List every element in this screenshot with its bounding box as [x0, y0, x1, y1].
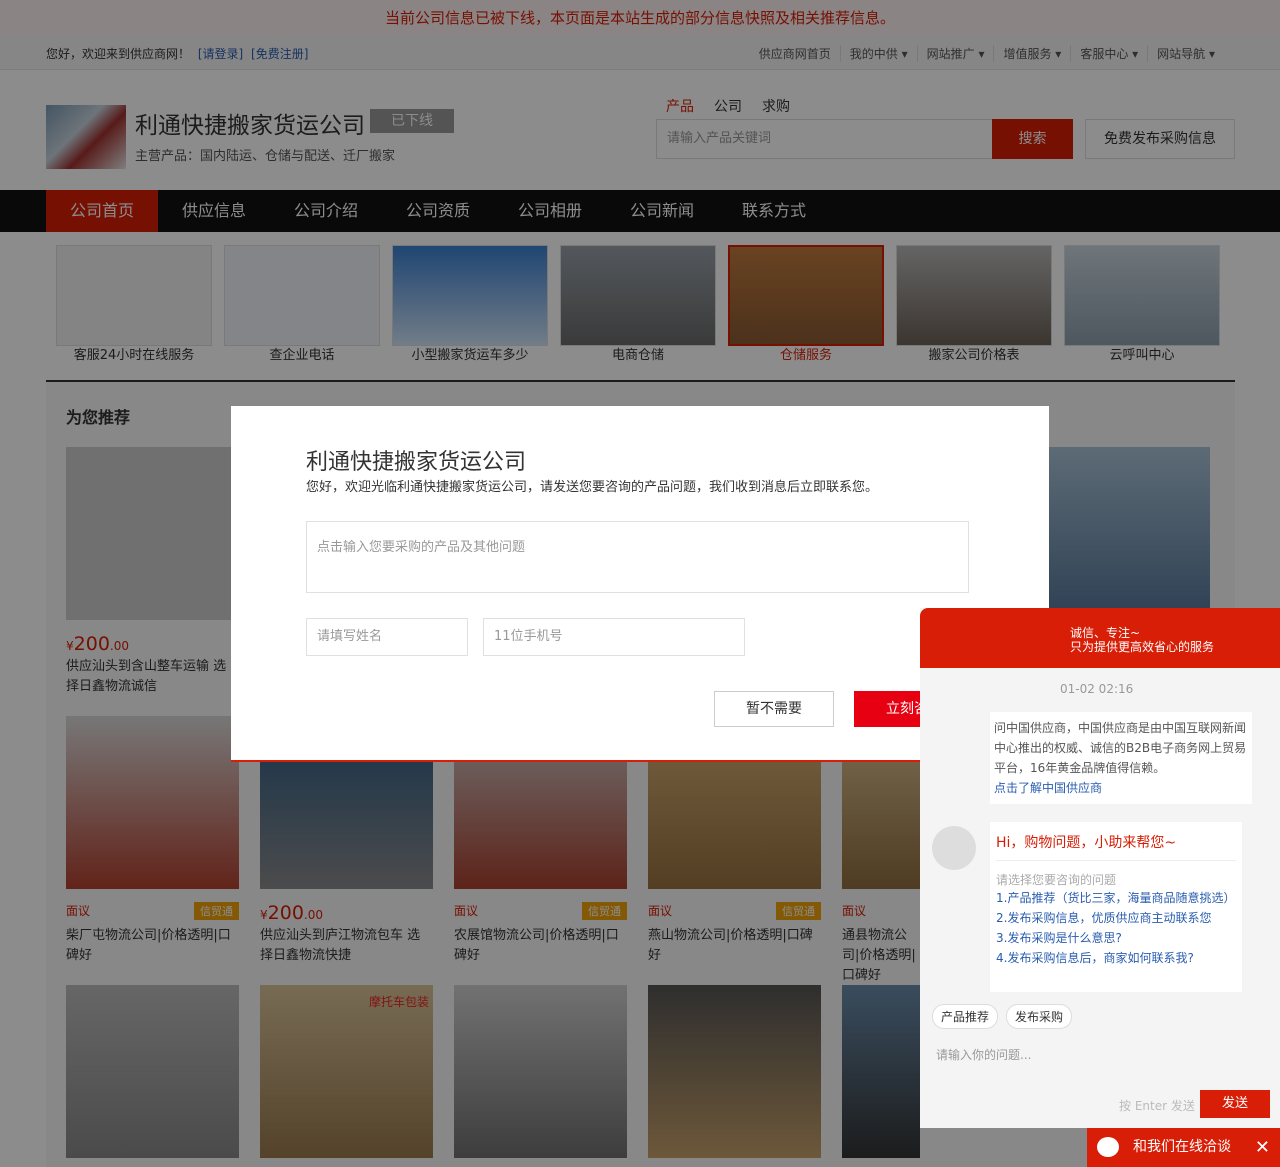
chat-slogan: 只为提供更高效省心的服务 — [1070, 640, 1215, 654]
chat-question[interactable]: 4.发布采购信息后，商家如何联系我? — [996, 948, 1236, 968]
chat-message: Hi，购物问题，小助来帮您~ 请选择您要咨询的问题 1.产品推荐（货比三家，海量… — [990, 822, 1242, 992]
phone-input[interactable]: 11位手机号 — [483, 618, 745, 656]
chat-message: 问中国供应商，中国供应商是由中国互联网新闻中心推出的权威、诚信的B2B电子商务网… — [990, 712, 1252, 804]
chat-footer-bar[interactable]: 和我们在线洽谈 ✕ — [1087, 1128, 1280, 1167]
chat-input[interactable]: 请输入你的问题... — [936, 1046, 1031, 1063]
chat-intro-text: 问中国供应商，中国供应商是由中国互联网新闻中心推出的权威、诚信的B2B电子商务网… — [994, 721, 1247, 775]
chat-publish-button[interactable]: 发布采购 — [1006, 1004, 1073, 1029]
cancel-button[interactable]: 暂不需要 — [714, 691, 834, 727]
chat-timestamp: 01-02 02:16 — [1060, 682, 1134, 696]
question-textarea[interactable]: 点击输入您要采购的产品及其他问题 — [306, 521, 969, 593]
chat-product-button[interactable]: 产品推荐 — [932, 1004, 999, 1029]
chat-greeting: Hi，购物问题，小助来帮您~ — [996, 832, 1236, 861]
close-icon[interactable]: ✕ — [1255, 1128, 1270, 1167]
modal-subtitle: 您好，欢迎光临利通快捷搬家货运公司，请发送您要咨询的产品问题，我们收到消息后立即… — [306, 480, 879, 495]
chat-intro-link[interactable]: 点击了解中国供应商 — [994, 781, 1102, 795]
chat-footer-label: 和我们在线洽谈 — [1133, 1139, 1231, 1155]
modal-title: 利通快捷搬家货运公司 — [306, 450, 527, 475]
assistant-avatar — [932, 826, 976, 870]
chat-question[interactable]: 1.产品推荐（货比三家，海量商品随意挑选） — [996, 888, 1236, 908]
chat-slogan: 诚信、专注~ — [1070, 626, 1141, 640]
chat-widget: 诚信、专注~ 只为提供更高效省心的服务 01-02 02:16 问中国供应商，中… — [920, 608, 1280, 1128]
enter-hint: 按 Enter 发送 — [1119, 1099, 1195, 1113]
chat-bubble-icon — [1097, 1137, 1119, 1157]
name-input[interactable]: 请填写姓名 — [306, 618, 468, 656]
chat-select-hint: 请选择您要咨询的问题 — [996, 873, 1117, 887]
send-button[interactable]: 发送 — [1200, 1090, 1270, 1118]
chat-question[interactable]: 2.发布采购信息，优质供应商主动联系您 — [996, 908, 1236, 928]
chat-question[interactable]: 3.发布采购是什么意思? — [996, 928, 1236, 948]
chat-header: 诚信、专注~ 只为提供更高效省心的服务 — [920, 608, 1280, 668]
